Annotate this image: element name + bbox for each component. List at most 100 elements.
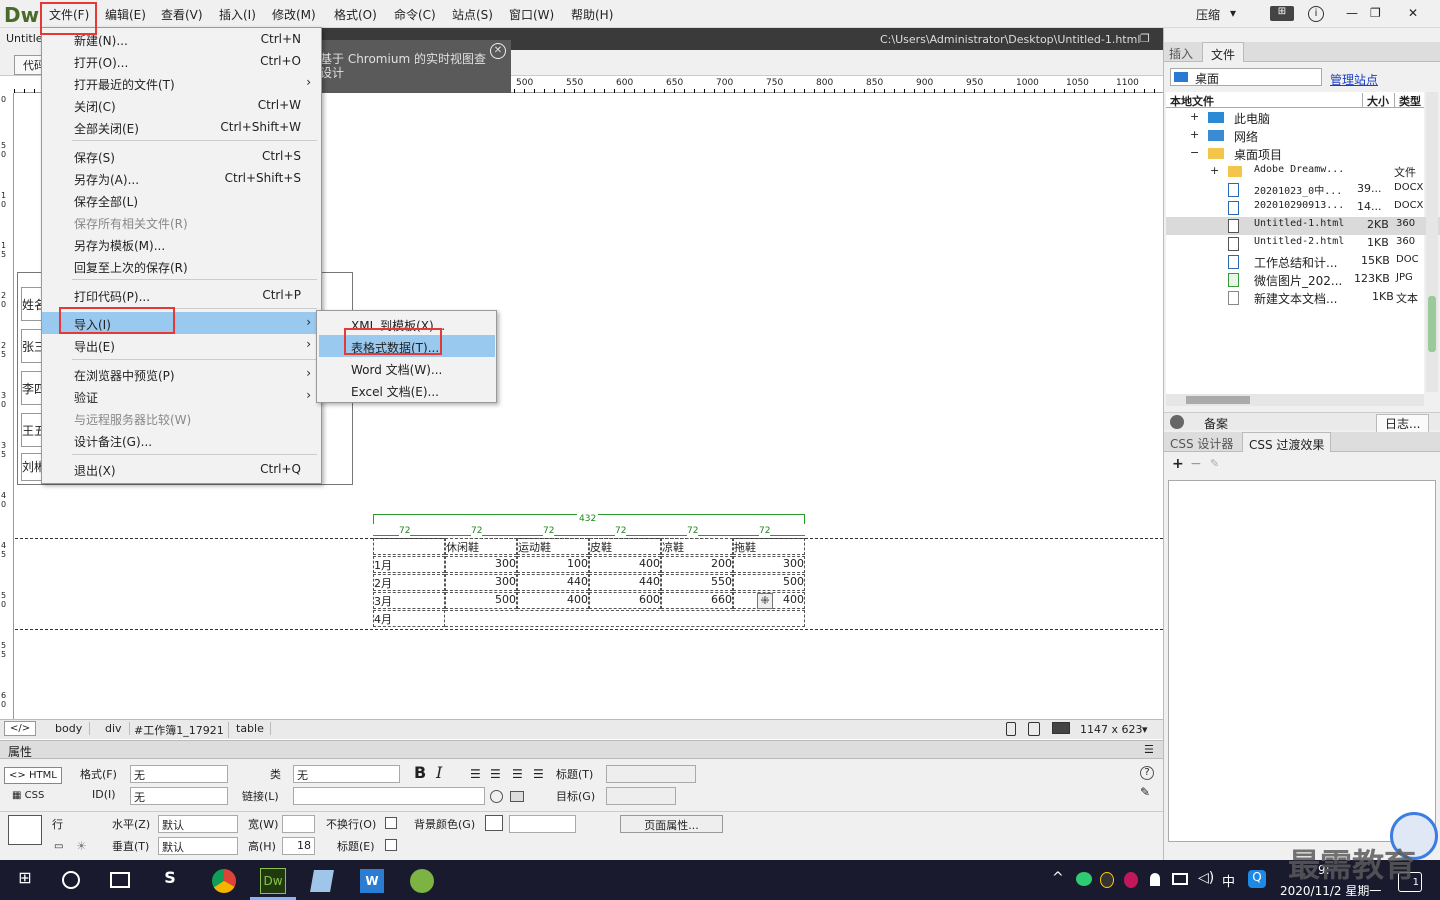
collapse-icon[interactable]: − — [1190, 146, 1199, 159]
table-cell[interactable]: 500 — [445, 592, 517, 609]
menu-item-export[interactable]: 导出(E) › — [42, 334, 321, 356]
network-icon[interactable] — [1172, 873, 1188, 885]
document-tab[interactable]: Untitle — [0, 28, 44, 50]
wechat-icon[interactable] — [1076, 872, 1092, 886]
css-transitions-list[interactable] — [1168, 480, 1436, 842]
tag-div-id[interactable]: #工作簿1_17921 — [130, 722, 229, 738]
split-cells-icon[interactable]: ☀ — [76, 839, 87, 853]
menu-help[interactable]: 帮助(H) — [571, 6, 613, 23]
table-cell[interactable]: 100 — [517, 556, 589, 573]
table-cell[interactable]: 500 — [733, 574, 805, 591]
tree-item-file[interactable]: 微信图片_202... 123KB JPG — [1166, 271, 1440, 289]
design-table[interactable]: 432 72 72 72 72 72 72 休闲鞋 运动鞋 皮鞋 凉鞋 拖鞋 1… — [373, 514, 805, 628]
color-picker-icon[interactable] — [485, 815, 503, 831]
chevron-down-icon[interactable]: ▾ — [1230, 6, 1236, 20]
ime-indicator[interactable]: 中 — [1222, 871, 1235, 890]
tree-item-file[interactable]: 20201023_0中... 39... DOCX — [1166, 181, 1440, 199]
menu-insert[interactable]: 插入(I) — [219, 6, 256, 23]
manage-sites-link[interactable]: 管理站点 — [1330, 71, 1378, 88]
table-cell[interactable]: 550 — [661, 574, 733, 591]
tag-div[interactable]: div — [98, 722, 130, 735]
table-cell[interactable]: 400 — [517, 592, 589, 609]
menu-item-close-all[interactable]: 全部关闭(E) Ctrl+Shift+W — [42, 116, 321, 138]
table-header-cell[interactable]: 运动鞋 — [517, 538, 589, 555]
tree-item-file[interactable]: 新建文本文档... 1KB 文本 — [1166, 289, 1440, 307]
panel-menu-icon[interactable]: ☰ — [1144, 743, 1154, 756]
unordered-list-icon[interactable]: ☰ — [470, 767, 481, 781]
qq-icon[interactable] — [1124, 872, 1138, 888]
submenu-item-word-doc[interactable]: Word 文档(W)... — [317, 357, 496, 379]
menu-item-open[interactable]: 打开(O)... Ctrl+O — [42, 50, 321, 72]
tag-table[interactable]: table — [230, 722, 271, 735]
close-icon[interactable]: ✕ — [490, 43, 506, 59]
chevron-down-icon[interactable]: ▾ — [1142, 723, 1148, 736]
table-cell[interactable]: 660 — [661, 592, 733, 609]
outdent-icon[interactable]: ☰ — [512, 767, 523, 781]
menu-item-print-code[interactable]: 打印代码(P)... Ctrl+P — [42, 284, 321, 306]
add-icon[interactable]: + — [1172, 456, 1184, 472]
compress-label[interactable]: 压缩 — [1196, 6, 1220, 23]
search-icon[interactable] — [62, 871, 80, 889]
close-button[interactable]: ✕ — [1408, 6, 1418, 20]
table-cell[interactable]: 1月 — [373, 556, 445, 573]
menu-item-close[interactable]: 关闭(C) Ctrl+W — [42, 94, 321, 116]
remove-icon[interactable]: − — [1190, 456, 1202, 472]
app-icon[interactable]: S — [157, 868, 183, 892]
restore-button[interactable]: ❐ — [1370, 6, 1381, 20]
italic-button[interactable]: I — [436, 763, 442, 782]
table-cell[interactable]: 300 — [733, 556, 805, 573]
chevron-up-icon[interactable]: ^ — [1052, 870, 1064, 886]
minimize-button[interactable]: — — [1346, 6, 1358, 20]
link-input[interactable] — [293, 787, 485, 805]
table-cell[interactable]: 200 — [661, 556, 733, 573]
scrollbar-thumb[interactable] — [1428, 296, 1436, 352]
vertical-scrollbar[interactable] — [1426, 92, 1438, 392]
menu-item-save-as-template[interactable]: 另存为模板(M)... — [42, 233, 321, 255]
task-view-icon[interactable] — [110, 872, 130, 888]
header-checkbox[interactable] — [385, 839, 397, 851]
table-cell[interactable]: 440 — [589, 574, 661, 591]
mobile-size-icon[interactable] — [1006, 722, 1016, 736]
help-icon[interactable]: ? — [1140, 766, 1154, 780]
chrome-icon[interactable] — [212, 869, 236, 893]
tree-item-file[interactable]: + Adobe Dreamw... 文件 — [1166, 163, 1440, 181]
table-cell[interactable]: 440 — [517, 574, 589, 591]
menu-item-save[interactable]: 保存(S) Ctrl+S — [42, 145, 321, 167]
menu-edit[interactable]: 编辑(E) — [105, 6, 146, 23]
tab-files[interactable]: 文件 — [1202, 42, 1245, 62]
format-select[interactable]: 无 — [130, 765, 228, 783]
tag-body[interactable]: body — [48, 722, 91, 735]
col-size[interactable]: 大小 — [1362, 93, 1389, 109]
tree-item-file[interactable]: Untitled-2.html 1KB 360 — [1166, 235, 1440, 253]
extract-icon[interactable]: ⊞ — [1270, 6, 1294, 21]
code-icon[interactable]: </> — [4, 721, 37, 736]
tree-item-network[interactable]: + 网络 — [1166, 127, 1440, 145]
horizontal-select[interactable]: 默认 — [158, 815, 238, 833]
tab-insert[interactable]: 插入 — [1169, 45, 1193, 62]
windows-start-icon[interactable]: ⊞ — [12, 868, 38, 892]
html-mode-button[interactable]: <> HTML — [4, 767, 62, 784]
width-input[interactable] — [282, 815, 315, 833]
menu-item-revert[interactable]: 回复至上次的保存(R) — [42, 255, 321, 277]
tree-item-file-selected[interactable]: Untitled-1.html 2KB 360 — [1166, 217, 1440, 235]
table-cell[interactable] — [445, 610, 805, 627]
table-cell[interactable]: 300 — [445, 574, 517, 591]
indent-icon[interactable]: ☰ — [533, 767, 544, 781]
menu-item-save-all[interactable]: 保存全部(L) — [42, 189, 321, 211]
title-input[interactable] — [606, 765, 696, 783]
scrollbar-thumb[interactable] — [1186, 396, 1250, 404]
dreamweaver-icon[interactable]: Dw — [260, 868, 286, 894]
menu-item-open-recent[interactable]: 打开最近的文件(T) › — [42, 72, 321, 94]
bold-button[interactable]: B — [414, 763, 426, 782]
expand-icon[interactable]: + — [1210, 164, 1219, 177]
table-header-cell[interactable]: 凉鞋 — [661, 538, 733, 555]
table-cell[interactable]: 4月 — [373, 610, 445, 627]
notification-bell-icon[interactable] — [1150, 873, 1160, 886]
tree-item-file[interactable]: 20201029091З... 14... DOCX — [1166, 199, 1440, 217]
info-icon[interactable]: i — [1308, 6, 1324, 22]
menu-item-validate[interactable]: 验证 › — [42, 385, 321, 407]
merge-cells-icon[interactable]: ▭ — [54, 841, 63, 852]
css-mode-button[interactable]: ▦ CSS — [12, 790, 44, 801]
qq-icon[interactable] — [1100, 872, 1114, 888]
menu-window[interactable]: 窗口(W) — [509, 6, 554, 23]
